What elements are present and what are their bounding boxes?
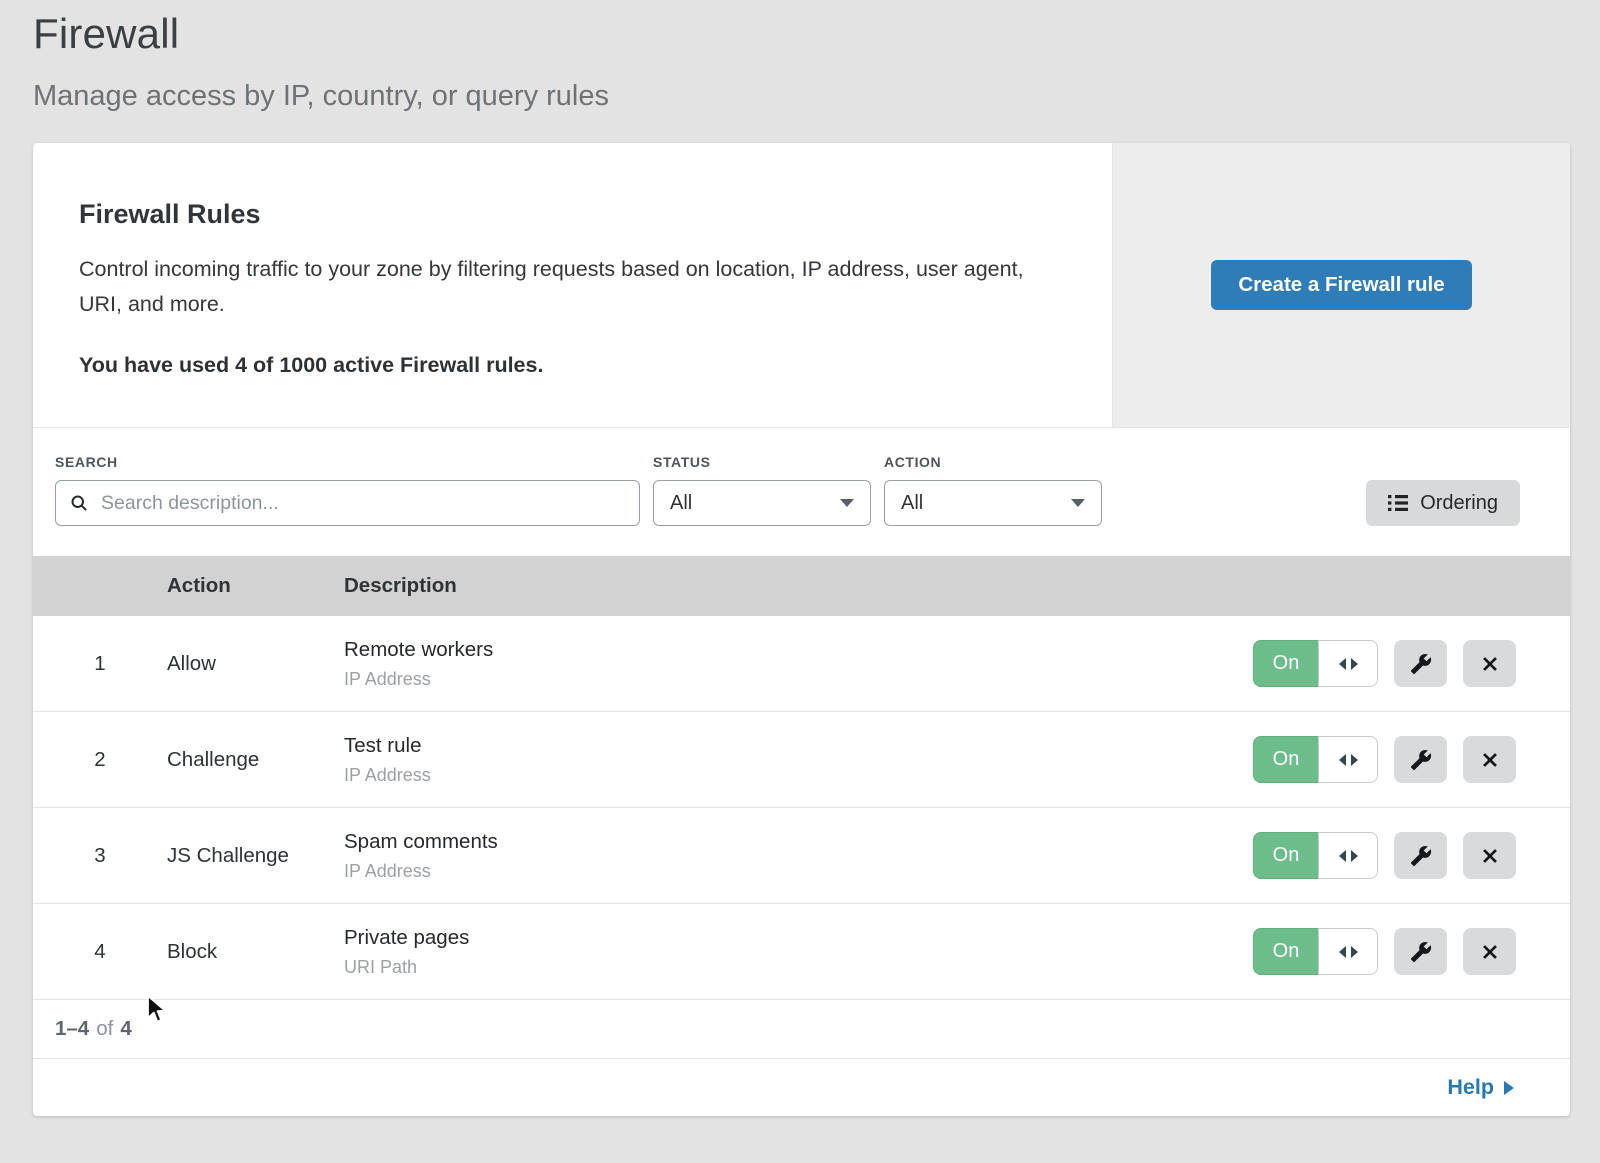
table-row: 1 Allow Remote workers IP Address On	[33, 616, 1570, 712]
page-subtitle: Manage access by IP, country, or query r…	[33, 80, 1600, 113]
create-firewall-rule-button[interactable]: Create a Firewall rule	[1211, 260, 1471, 310]
rule-action: JS Challenge	[167, 844, 344, 868]
rule-action: Allow	[167, 652, 344, 676]
x-icon	[1479, 653, 1501, 675]
pagination-range: 1–4	[55, 1017, 89, 1041]
rule-toggle[interactable]: On	[1253, 928, 1378, 975]
action-filter: ACTION All	[884, 454, 1102, 526]
rule-action: Block	[167, 940, 344, 964]
rule-action: Challenge	[167, 748, 344, 772]
pagination-of: of	[96, 1017, 113, 1041]
toggle-arrows-icon	[1318, 928, 1378, 975]
search-input[interactable]	[99, 491, 626, 516]
rule-controls: On	[1240, 640, 1570, 687]
action-select-value: All	[901, 492, 923, 515]
toggle-on-label: On	[1253, 736, 1318, 783]
pagination: 1–4 of 4	[33, 1000, 1570, 1058]
help-link[interactable]: Help	[1447, 1075, 1514, 1100]
search-filter: SEARCH	[55, 454, 640, 526]
page-header: Firewall Manage access by IP, country, o…	[0, 0, 1600, 113]
delete-rule-button[interactable]	[1463, 832, 1516, 879]
rule-toggle[interactable]: On	[1253, 832, 1378, 879]
toggle-on-label: On	[1253, 640, 1318, 687]
ordering-button[interactable]: Ordering	[1366, 480, 1520, 526]
rule-description: Private pages	[344, 926, 1240, 950]
help-label: Help	[1447, 1075, 1494, 1100]
rule-description-cell: Remote workers IP Address	[344, 638, 1240, 690]
search-label: SEARCH	[55, 454, 640, 470]
arrow-right-icon	[1504, 1081, 1514, 1095]
status-label: STATUS	[653, 454, 871, 470]
status-select[interactable]: All	[653, 480, 871, 526]
card-footer: Help	[33, 1058, 1570, 1116]
rule-controls: On	[1240, 736, 1570, 783]
rule-description-cell: Spam comments IP Address	[344, 830, 1240, 882]
rule-priority: 3	[33, 844, 167, 868]
rule-toggle[interactable]: On	[1253, 640, 1378, 687]
pagination-total: 4	[120, 1017, 131, 1041]
page-title: Firewall	[33, 10, 1600, 58]
chevron-down-icon	[840, 499, 854, 507]
toggle-arrows-icon	[1318, 832, 1378, 879]
rule-field: IP Address	[344, 765, 1240, 786]
status-filter: STATUS All	[653, 454, 871, 526]
card-title: Firewall Rules	[79, 199, 1052, 230]
rule-field: IP Address	[344, 669, 1240, 690]
toggle-on-label: On	[1253, 832, 1318, 879]
firewall-card: Firewall Rules Control incoming traffic …	[33, 143, 1570, 1116]
action-label: ACTION	[884, 454, 1102, 470]
rule-priority: 2	[33, 748, 167, 772]
status-select-value: All	[670, 492, 692, 515]
x-icon	[1479, 749, 1501, 771]
action-select[interactable]: All	[884, 480, 1102, 526]
delete-rule-button[interactable]	[1463, 928, 1516, 975]
rule-field: IP Address	[344, 861, 1240, 882]
ordered-list-icon	[1388, 494, 1408, 512]
toggle-on-label: On	[1253, 928, 1318, 975]
firewall-rules-intro: Firewall Rules Control incoming traffic …	[33, 143, 1112, 427]
rule-controls: On	[1240, 928, 1570, 975]
chevron-down-icon	[1071, 499, 1085, 507]
rule-field: URI Path	[344, 957, 1240, 978]
rule-priority: 1	[33, 652, 167, 676]
column-header-action: Action	[167, 574, 344, 598]
x-icon	[1479, 941, 1501, 963]
ordering-label: Ordering	[1420, 492, 1498, 515]
edit-rule-button[interactable]	[1394, 736, 1447, 783]
x-icon	[1479, 845, 1501, 867]
card-description: Control incoming traffic to your zone by…	[79, 252, 1039, 323]
edit-rule-button[interactable]	[1394, 928, 1447, 975]
edit-rule-button[interactable]	[1394, 640, 1447, 687]
wrench-icon	[1410, 941, 1432, 963]
filters-bar: SEARCH STATUS All ACTION All	[33, 428, 1570, 556]
column-header-description: Description	[344, 574, 1240, 598]
wrench-icon	[1410, 749, 1432, 771]
wrench-icon	[1410, 845, 1432, 867]
rule-description-cell: Private pages URI Path	[344, 926, 1240, 978]
table-row: 4 Block Private pages URI Path On	[33, 904, 1570, 1000]
rules-table: Action Description 1 Allow Remote worker…	[33, 556, 1570, 1058]
delete-rule-button[interactable]	[1463, 736, 1516, 783]
create-rule-panel: Create a Firewall rule	[1112, 143, 1570, 427]
table-row: 2 Challenge Test rule IP Address On	[33, 712, 1570, 808]
rule-description: Remote workers	[344, 638, 1240, 662]
rule-toggle[interactable]: On	[1253, 736, 1378, 783]
search-box[interactable]	[55, 480, 640, 526]
table-row: 3 JS Challenge Spam comments IP Address …	[33, 808, 1570, 904]
rule-description: Spam comments	[344, 830, 1240, 854]
rule-description: Test rule	[344, 734, 1240, 758]
usage-text: You have used 4 of 1000 active Firewall …	[79, 353, 1052, 378]
firewall-rules-section: Firewall Rules Control incoming traffic …	[33, 143, 1570, 428]
rule-priority: 4	[33, 940, 167, 964]
table-header-row: Action Description	[33, 556, 1570, 616]
rule-controls: On	[1240, 832, 1570, 879]
search-icon	[69, 493, 89, 513]
rule-description-cell: Test rule IP Address	[344, 734, 1240, 786]
edit-rule-button[interactable]	[1394, 832, 1447, 879]
toggle-arrows-icon	[1318, 736, 1378, 783]
wrench-icon	[1410, 653, 1432, 675]
delete-rule-button[interactable]	[1463, 640, 1516, 687]
toggle-arrows-icon	[1318, 640, 1378, 687]
